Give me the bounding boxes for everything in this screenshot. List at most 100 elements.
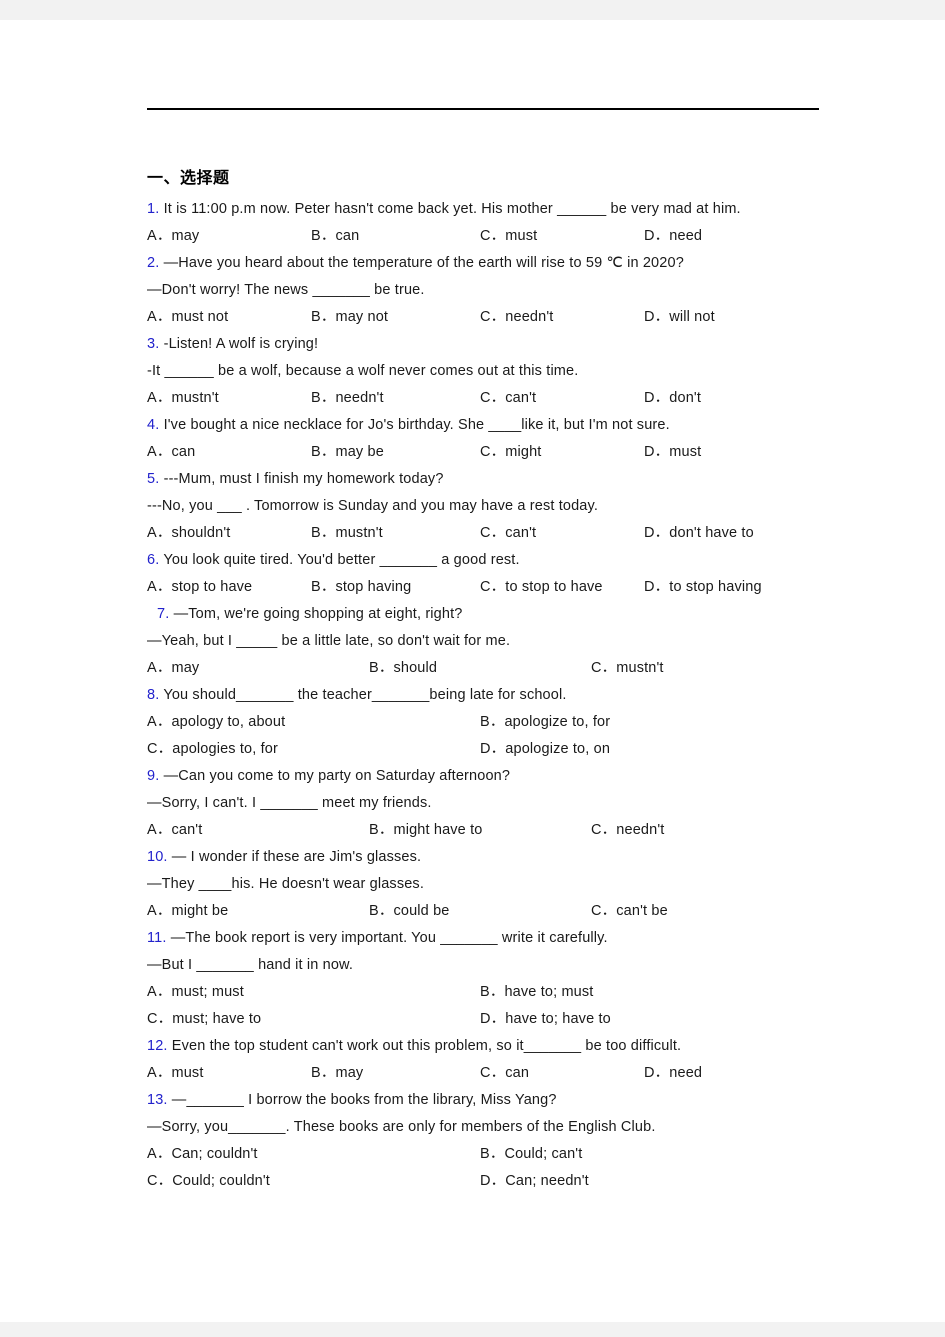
answer-option[interactable]: A．can	[147, 439, 195, 466]
answer-option[interactable]: B．may	[311, 1060, 363, 1087]
answer-option[interactable]: D．Can; needn't	[480, 1168, 589, 1195]
answer-option[interactable]: C．can't	[480, 385, 536, 412]
question-block: 2. —Have you heard about the temperature…	[147, 250, 827, 331]
question-block: 10. — I wonder if these are Jim's glasse…	[147, 844, 827, 925]
question-block: 8. You should_______ the teacher_______b…	[147, 682, 827, 763]
question-text-line: 2. —Have you heard about the temperature…	[147, 250, 827, 277]
answer-option[interactable]: C．can't be	[591, 898, 668, 925]
question-number: 6.	[147, 552, 160, 568]
answer-option[interactable]: A．can't	[147, 817, 202, 844]
answer-option[interactable]: D．need	[644, 1060, 702, 1087]
answer-option[interactable]: B．should	[369, 655, 437, 682]
answer-option[interactable]: C．apologies to, for	[147, 736, 278, 763]
question-text-line: 4. I've bought a nice necklace for Jo's …	[147, 412, 827, 439]
question-block: 11. —The book report is very important. …	[147, 925, 827, 1033]
answer-option[interactable]: B．may be	[311, 439, 384, 466]
answer-option[interactable]: C．mustn't	[591, 655, 664, 682]
question-number: 11.	[147, 930, 167, 946]
question-text-line: 6. You look quite tired. You'd better __…	[147, 547, 827, 574]
question-text-line: —Sorry, I can't. I _______ meet my frien…	[147, 790, 827, 817]
answer-option[interactable]: C．can't	[480, 520, 536, 547]
answer-option[interactable]: B．apologize to, for	[480, 709, 610, 736]
answer-option[interactable]: A．stop to have	[147, 574, 252, 601]
answer-option[interactable]: A．must not	[147, 304, 228, 331]
question-text-line: —Yeah, but I _____ be a little late, so …	[147, 628, 827, 655]
answer-option[interactable]: A．mustn't	[147, 385, 219, 412]
answer-option[interactable]: B．have to; must	[480, 979, 593, 1006]
answer-option[interactable]: A．may	[147, 223, 199, 250]
question-block: 3. -Listen! A wolf is crying! -It ______ …	[147, 331, 827, 412]
section-title: 一、选择题	[147, 170, 230, 187]
question-text-line: 7. —Tom, we're going shopping at eight, …	[147, 601, 827, 628]
answer-option[interactable]: B．mustn't	[311, 520, 383, 547]
question-block: 4. I've bought a nice necklace for Jo's …	[147, 412, 827, 466]
answer-option[interactable]: C．to stop to have	[480, 574, 603, 601]
answer-option[interactable]: C．needn't	[591, 817, 664, 844]
question-statement: You look quite tired. You'd better _____…	[159, 552, 520, 568]
question-statement: -It ______ be a wolf, because a wolf nev…	[147, 363, 579, 379]
answer-option[interactable]: B．might have to	[369, 817, 482, 844]
question-text-line: 8. You should_______ the teacher_______b…	[147, 682, 827, 709]
question-statement: I've bought a nice necklace for Jo's bir…	[159, 417, 670, 433]
answer-option[interactable]: B．stop having	[311, 574, 411, 601]
answer-option[interactable]: A．Can; couldn't	[147, 1141, 258, 1168]
question-number: 7.	[157, 606, 170, 622]
answer-option[interactable]: D．to stop having	[644, 574, 762, 601]
option-row: C．Could; couldn't D．Can; needn't	[147, 1168, 827, 1195]
question-number: 10.	[147, 849, 168, 865]
option-row: A．may B．can C．must D．need	[147, 223, 827, 250]
answer-option[interactable]: A．shouldn't	[147, 520, 230, 547]
question-statement: -Listen! A wolf is crying!	[159, 336, 319, 352]
question-block: 5. ---Mum, must I finish my homework tod…	[147, 466, 827, 547]
question-statement: ---No, you ___ . Tomorrow is Sunday and …	[147, 498, 599, 514]
answer-option[interactable]: B．needn't	[311, 385, 384, 412]
answer-option[interactable]: C．can	[480, 1060, 529, 1087]
option-row: A．may B．should C．mustn't	[147, 655, 827, 682]
answer-option[interactable]: D．don't	[644, 385, 701, 412]
answer-option[interactable]: C．must	[480, 223, 537, 250]
question-text-line: ---No, you ___ . Tomorrow is Sunday and …	[147, 493, 827, 520]
question-block: 1. It is 11:00 p.m now. Peter hasn't com…	[147, 196, 827, 250]
question-block: 7. —Tom, we're going shopping at eight, …	[147, 601, 827, 682]
question-block: 13. —_______ I borrow the books from the…	[147, 1087, 827, 1195]
answer-option[interactable]: B．Could; can't	[480, 1141, 582, 1168]
answer-option[interactable]: C．might	[480, 439, 541, 466]
answer-option[interactable]: D．must	[644, 439, 701, 466]
option-row: A．apology to, about B．apologize to, for	[147, 709, 827, 736]
question-block: 9. —Can you come to my party on Saturday…	[147, 763, 827, 844]
document-content: 一、选择题 1. It is 11:00 p.m now. Peter hasn…	[147, 168, 827, 1195]
answer-option[interactable]: C．Could; couldn't	[147, 1168, 270, 1195]
answer-option[interactable]: B．can	[311, 223, 359, 250]
option-row: A．mustn't B．needn't C．can't D．don't	[147, 385, 827, 412]
question-statement: —Don't worry! The news _______ be true.	[147, 282, 425, 298]
question-block: 6. You look quite tired. You'd better __…	[147, 547, 827, 601]
answer-option[interactable]: D．need	[644, 223, 702, 250]
option-row: C．must; have to D．have to; have to	[147, 1006, 827, 1033]
answer-option[interactable]: A．might be	[147, 898, 228, 925]
question-list: 1. It is 11:00 p.m now. Peter hasn't com…	[147, 196, 827, 1195]
answer-option[interactable]: D．will not	[644, 304, 715, 331]
question-number: 5.	[147, 471, 160, 487]
question-text-line: —They ____his. He doesn't wear glasses.	[147, 871, 827, 898]
question-text-line: 3. -Listen! A wolf is crying!	[147, 331, 827, 358]
answer-option[interactable]: C．needn't	[480, 304, 553, 331]
question-number: 13.	[147, 1092, 168, 1108]
question-number: 8.	[147, 687, 160, 703]
answer-option[interactable]: B．could be	[369, 898, 450, 925]
answer-option[interactable]: D．apologize to, on	[480, 736, 610, 763]
answer-option[interactable]: C．must; have to	[147, 1006, 261, 1033]
question-statement: —Tom, we're going shopping at eight, rig…	[169, 606, 463, 622]
option-row: A．can B．may be C．might D．must	[147, 439, 827, 466]
answer-option[interactable]: A．must; must	[147, 979, 244, 1006]
question-statement: You should_______ the teacher_______bein…	[159, 687, 567, 703]
answer-option[interactable]: A．must	[147, 1060, 204, 1087]
question-text-line: 9. —Can you come to my party on Saturday…	[147, 763, 827, 790]
answer-option[interactable]: D．have to; have to	[480, 1006, 611, 1033]
question-number: 12.	[147, 1038, 168, 1054]
answer-option[interactable]: A．may	[147, 655, 199, 682]
option-row: A．can't B．might have to C．needn't	[147, 817, 827, 844]
question-text-line: —But I _______ hand it in now.	[147, 952, 827, 979]
answer-option[interactable]: A．apology to, about	[147, 709, 285, 736]
answer-option[interactable]: D．don't have to	[644, 520, 754, 547]
answer-option[interactable]: B．may not	[311, 304, 388, 331]
